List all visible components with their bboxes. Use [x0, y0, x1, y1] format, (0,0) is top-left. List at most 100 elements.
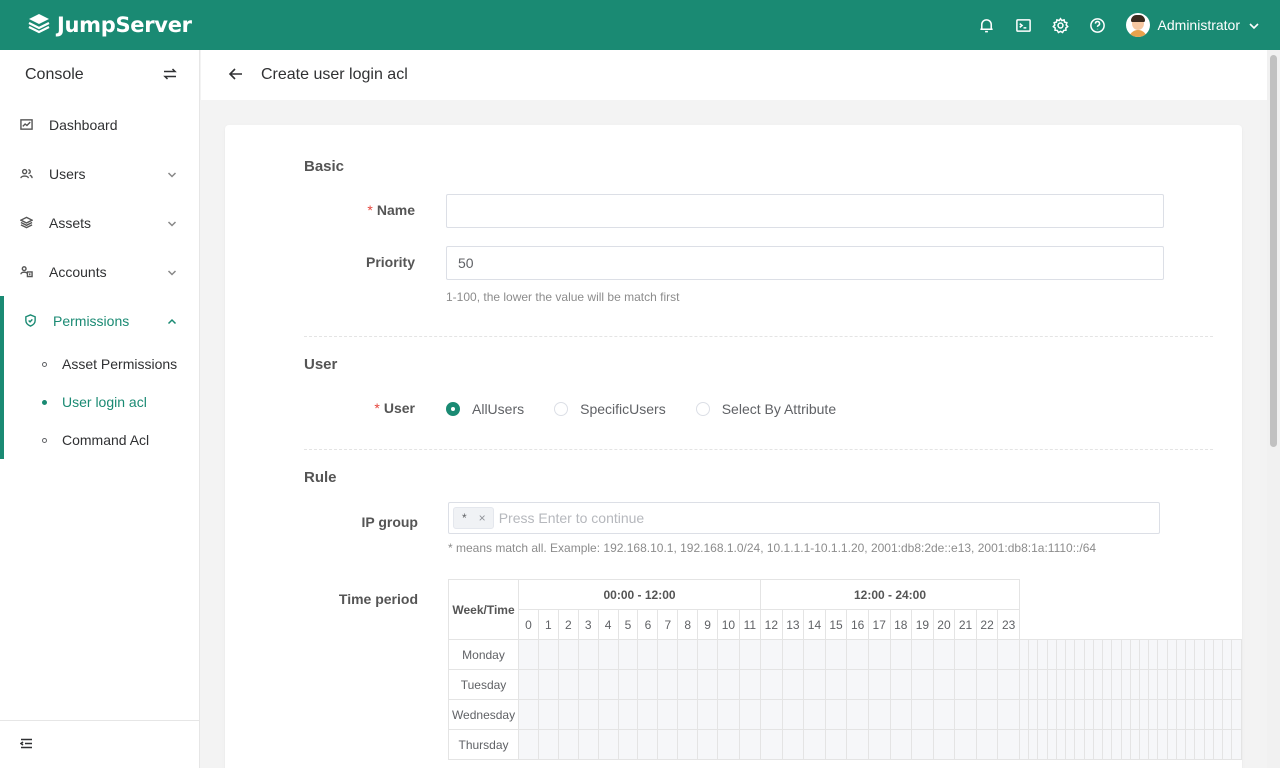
time-slot[interactable] [1148, 669, 1159, 700]
time-slot[interactable] [518, 639, 539, 670]
sidebar-subitem-user-login-acl[interactable]: User login acl [4, 383, 199, 421]
time-slot[interactable] [738, 729, 762, 760]
time-slot[interactable] [1055, 669, 1067, 700]
time-slot[interactable] [975, 699, 999, 730]
time-slot[interactable] [637, 639, 659, 670]
time-slot[interactable] [1037, 669, 1048, 700]
time-slot[interactable] [1055, 699, 1067, 730]
time-slot[interactable] [677, 639, 699, 670]
time-slot[interactable] [760, 729, 783, 760]
time-slot[interactable] [1018, 699, 1030, 730]
time-slot[interactable] [1212, 729, 1224, 760]
time-slot[interactable] [617, 639, 639, 670]
time-slot[interactable] [1139, 699, 1150, 730]
time-slot[interactable] [1074, 699, 1085, 730]
time-slot[interactable] [997, 729, 1020, 760]
brand-logo[interactable]: JumpServer [26, 12, 192, 38]
time-slot[interactable] [889, 669, 913, 700]
time-slot[interactable] [657, 639, 679, 670]
time-slot[interactable] [781, 729, 805, 760]
time-slot[interactable] [697, 669, 719, 700]
time-slot[interactable] [1065, 699, 1076, 730]
time-slot[interactable] [1018, 639, 1030, 670]
time-slot[interactable] [677, 699, 699, 730]
time-slot[interactable] [1111, 699, 1122, 730]
time-slot[interactable] [889, 729, 913, 760]
time-slot[interactable] [1139, 639, 1150, 670]
time-slot[interactable] [617, 699, 639, 730]
time-slot[interactable] [1055, 729, 1067, 760]
sidebar-item-assets[interactable]: Assets [0, 198, 199, 247]
priority-input[interactable]: 50 [446, 246, 1164, 280]
time-slot[interactable] [1129, 669, 1141, 700]
time-slot[interactable] [997, 699, 1020, 730]
time-slot[interactable] [867, 699, 891, 730]
terminal-icon[interactable] [1015, 16, 1033, 34]
time-slot[interactable] [1083, 639, 1094, 670]
time-slot[interactable] [1092, 729, 1104, 760]
time-slot[interactable] [824, 729, 848, 760]
sidebar-collapse-toggle[interactable] [0, 720, 199, 768]
time-slot[interactable] [1231, 729, 1242, 760]
time-slot[interactable] [697, 639, 719, 670]
time-slot[interactable] [1129, 729, 1141, 760]
time-slot[interactable] [637, 729, 659, 760]
time-slot[interactable] [867, 669, 891, 700]
time-slot[interactable] [597, 729, 619, 760]
time-slot[interactable] [697, 729, 719, 760]
time-slot[interactable] [975, 729, 999, 760]
time-slot[interactable] [1028, 639, 1039, 670]
time-slot[interactable] [1157, 699, 1168, 730]
time-slot[interactable] [1046, 699, 1057, 730]
time-slot[interactable] [867, 639, 891, 670]
time-slot[interactable] [1166, 729, 1177, 760]
time-slot[interactable] [1212, 669, 1224, 700]
time-slot[interactable] [889, 639, 913, 670]
time-slot[interactable] [577, 639, 599, 670]
time-slot[interactable] [846, 639, 869, 670]
time-slot[interactable] [1212, 639, 1224, 670]
time-slot[interactable] [537, 669, 559, 700]
time-slot[interactable] [1194, 639, 1205, 670]
radio-select-by-attribute[interactable]: Select By Attribute [695, 401, 836, 417]
time-slot[interactable] [1046, 669, 1057, 700]
close-icon[interactable]: × [479, 511, 486, 525]
bell-icon[interactable] [978, 16, 996, 34]
time-slot[interactable] [1175, 669, 1187, 700]
time-slot[interactable] [803, 729, 826, 760]
time-slot[interactable] [1083, 699, 1094, 730]
time-slot[interactable] [1222, 639, 1233, 670]
time-slot[interactable] [932, 669, 956, 700]
radio-all-users[interactable]: AllUsers [446, 401, 524, 417]
time-slot[interactable] [1157, 669, 1168, 700]
time-slot[interactable] [1222, 729, 1233, 760]
sidebar-item-accounts[interactable]: Accounts [0, 247, 199, 296]
time-slot[interactable] [617, 729, 639, 760]
time-slot[interactable] [1222, 699, 1233, 730]
time-slot[interactable] [1212, 699, 1224, 730]
time-slot[interactable] [1185, 729, 1196, 760]
time-slot[interactable] [738, 639, 762, 670]
time-slot[interactable] [1102, 639, 1113, 670]
time-slot[interactable] [557, 639, 579, 670]
time-slot[interactable] [846, 729, 869, 760]
time-slot[interactable] [1111, 729, 1122, 760]
time-slot[interactable] [518, 729, 539, 760]
time-slot[interactable] [824, 669, 848, 700]
time-slot[interactable] [1065, 729, 1076, 760]
time-slot[interactable] [738, 669, 762, 700]
time-slot[interactable] [677, 669, 699, 700]
time-slot[interactable] [781, 669, 805, 700]
time-slot[interactable] [1231, 669, 1242, 700]
time-slot[interactable] [697, 699, 719, 730]
time-slot[interactable] [1028, 699, 1039, 730]
time-slot[interactable] [657, 669, 679, 700]
time-slot[interactable] [803, 699, 826, 730]
user-menu[interactable]: Administrator [1125, 13, 1260, 37]
time-slot[interactable] [1175, 729, 1187, 760]
time-slot[interactable] [577, 669, 599, 700]
time-slot[interactable] [597, 639, 619, 670]
time-slot[interactable] [1037, 639, 1048, 670]
time-slot[interactable] [1148, 699, 1159, 730]
time-slot[interactable] [911, 669, 934, 700]
